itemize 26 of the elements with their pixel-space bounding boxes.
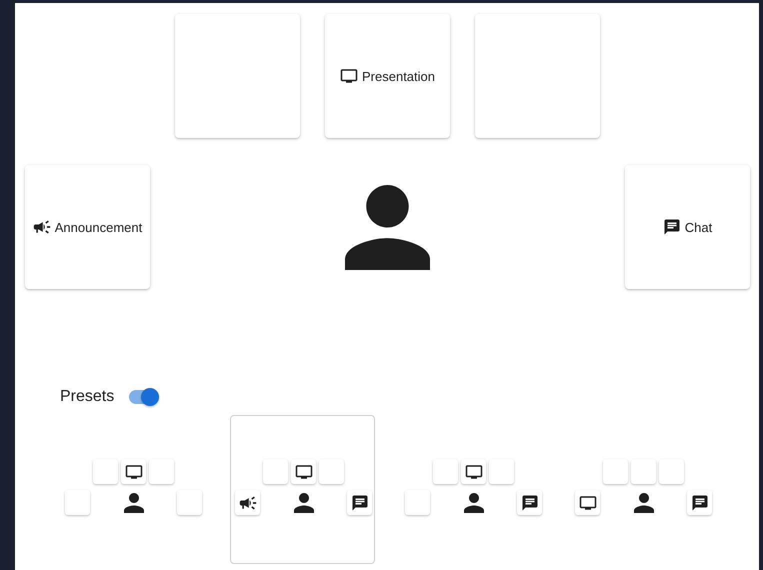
mini-slot [489, 459, 514, 484]
mini-slot [433, 459, 458, 484]
layout-slot[interactable]: Chat [625, 165, 750, 289]
presets-label: Presets [60, 388, 114, 406]
megaphone-icon [32, 218, 51, 236]
monitor-icon [340, 67, 358, 85]
person-icon [345, 184, 430, 270]
mini-slot [631, 459, 656, 484]
mini-slot [319, 459, 344, 484]
preset-card[interactable] [230, 415, 375, 564]
layout-slot[interactable]: Presentation [325, 14, 450, 138]
mini-slot [93, 459, 118, 484]
mini-slot [149, 459, 174, 484]
presets-toggle[interactable] [129, 387, 160, 407]
mini-slot [263, 459, 288, 484]
mini-slot [405, 490, 430, 515]
mini-slot [659, 459, 684, 484]
person-icon [124, 492, 144, 512]
person-icon [634, 492, 654, 512]
person-icon [464, 492, 484, 512]
person-icon [294, 492, 314, 512]
chat-icon [662, 218, 681, 236]
layout-slot[interactable]: Announcement [25, 165, 150, 289]
mini-slot [177, 490, 202, 515]
mini-slot [603, 459, 628, 484]
mini-slot [65, 490, 90, 515]
